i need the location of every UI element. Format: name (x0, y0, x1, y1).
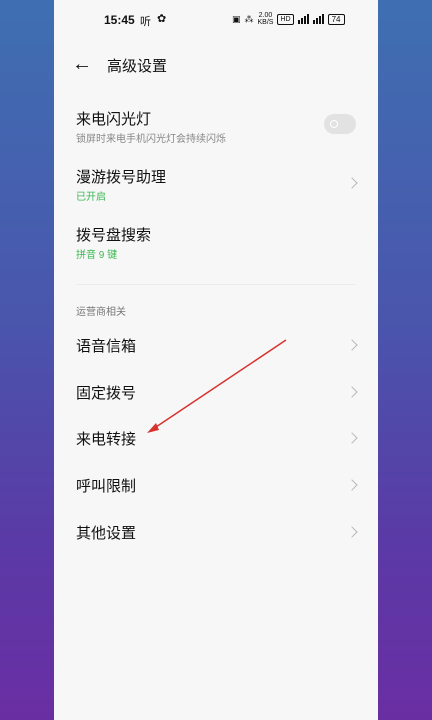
annotation-arrow (147, 339, 287, 433)
annotation-arrow-head (147, 423, 159, 433)
annotation-arrow-line (152, 339, 287, 430)
